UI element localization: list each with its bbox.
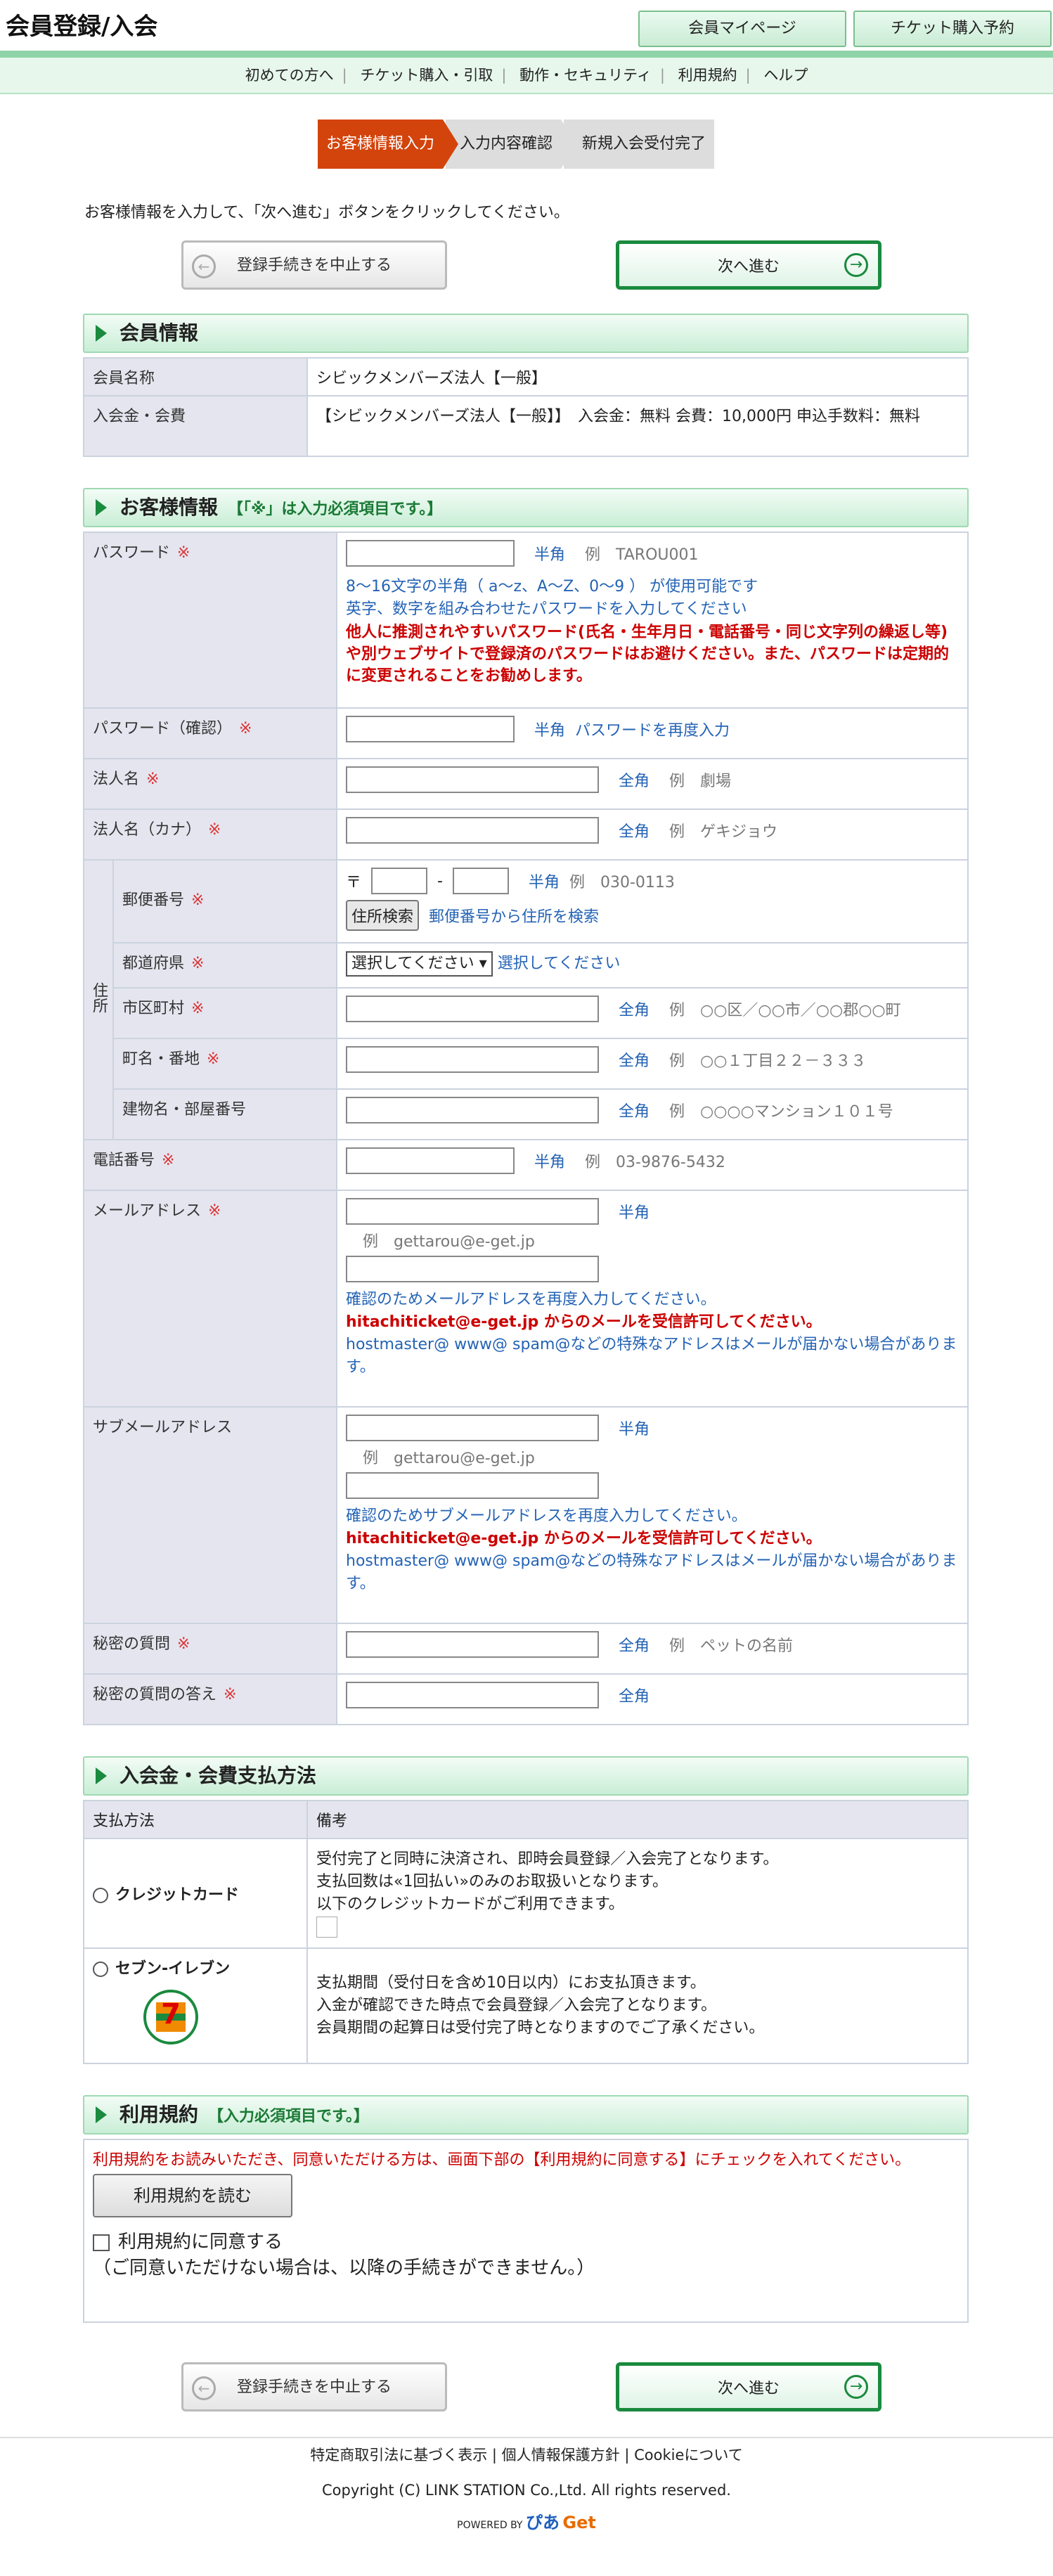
footer: 特定商取引法に基づく表示 | 個人情報保護方針 | Cookieについて Cop… (0, 2444, 1053, 2533)
step-complete: 新規入会受付完了 (564, 120, 715, 169)
nav-terms[interactable]: 利用規約 (678, 67, 737, 84)
postal-code-2-input[interactable] (452, 868, 509, 894)
secret-answer-input[interactable] (346, 1682, 599, 1708)
corp-kana-input[interactable] (346, 817, 599, 844)
password-confirm-input[interactable] (346, 716, 515, 742)
customer-info-header: お客様情報 【「※」は入力必須項目です。】 (83, 488, 969, 527)
postal-search-link[interactable]: 郵便番号から住所を検索 (429, 908, 599, 926)
email-input[interactable] (346, 1198, 599, 1225)
nav-first-time[interactable]: 初めての方へ (245, 67, 334, 84)
member-info-section: 会員情報 会員名称 シビックメンバーズ法人【一般】 入会金・会費 【シビックメンバー… (83, 314, 969, 457)
corp-name-input[interactable] (346, 766, 599, 793)
step-indicator: お客様情報入力 入力内容確認 新規入会受付完了 (318, 120, 717, 169)
nav-ticket[interactable]: チケット購入・引取 (360, 67, 493, 84)
prefecture-select[interactable]: 選択してください ▾ (346, 951, 493, 977)
nav-security[interactable]: 動作・セキュリティ (519, 67, 652, 84)
copyright: Copyright (C) LINK STATION Co.,Ltd. All … (322, 2482, 731, 2499)
triangle-icon (96, 325, 107, 342)
terms-section: 利用規約 【入力必須項目です。】 利用規約をお読みいただき、同意いただける方は、画… (83, 2095, 969, 2323)
terms-description: 利用規約をお読みいただき、同意いただける方は、画面下部の【利用規約に同意する】に… (93, 2151, 911, 2169)
triangle-icon (96, 499, 107, 516)
terms-header: 利用規約 【入力必須項目です。】 (83, 2095, 969, 2134)
header: 会員登録/入会 会員マイページ チケット購入予約 (0, 0, 1053, 58)
cancel-button[interactable]: ← 登録手続きを中止する (181, 240, 447, 290)
member-info-header: 会員情報 (83, 314, 969, 353)
mypage-button[interactable]: 会員マイページ (638, 11, 846, 47)
seven-eleven-logo: 7 (143, 1990, 198, 2044)
nav-help[interactable]: ヘルプ (763, 67, 808, 84)
nav-bar: 初めての方へ | チケット購入・引取 | 動作・セキュリティ | 利用規約 | ヘルプ (0, 58, 1053, 94)
seven-eleven-radio[interactable] (93, 1962, 108, 1977)
agree-checkbox[interactable] (93, 2234, 110, 2251)
back-arrow-icon: ← (192, 255, 216, 278)
credit-card-radio[interactable] (93, 1888, 108, 1903)
next-button-bottom[interactable]: 次へ進む → (616, 2362, 881, 2411)
address-label: 住所 (83, 859, 114, 1140)
triangle-icon (96, 2106, 107, 2123)
payment-header: 入会金・会費支払方法 (83, 1756, 969, 1796)
address-search-button[interactable]: 住所検索 (346, 900, 420, 931)
footer-link-tokushoho[interactable]: 特定商取引法に基づく表示 (310, 2447, 487, 2464)
member-name-label: 会員名称 (83, 357, 308, 397)
street-input[interactable] (346, 1046, 599, 1073)
fee-label: 入会金・会費 (83, 395, 308, 457)
fee-value: 【シビックメンバーズ法人【一般】】 入会金：無料 会費：10,000円 申込手数… (306, 395, 969, 457)
postal-code-1-input[interactable] (371, 868, 428, 894)
member-name-value: シビックメンバーズ法人【一般】 (306, 357, 969, 397)
footer-link-cookie[interactable]: Cookieについて (634, 2447, 743, 2464)
arrow-right-icon: → (844, 2375, 868, 2399)
next-button[interactable]: 次へ進む → (616, 240, 881, 290)
city-input[interactable] (346, 996, 599, 1022)
email-confirm-input[interactable] (346, 1256, 599, 1282)
customer-info-section: お客様情報 【「※」は入力必須項目です。】 パスワード ※ 半角例 TAROU001… (83, 488, 969, 1725)
read-terms-button[interactable]: 利用規約を読む (93, 2174, 292, 2217)
phone-input[interactable] (346, 1147, 515, 1174)
sub-email-input[interactable] (346, 1415, 599, 1441)
arrow-right-icon: → (844, 253, 868, 277)
cancel-button-bottom[interactable]: ← 登録手続きを中止する (181, 2362, 447, 2411)
card-brands-image (316, 1917, 337, 1938)
page-title: 会員登録/入会 (6, 13, 158, 41)
step-confirm: 入力内容確認 (446, 120, 577, 169)
intro-text: お客様情報を入力して、「次へ進む」ボタンをクリックしてください。 (84, 204, 569, 221)
triangle-icon (96, 1767, 107, 1784)
building-input[interactable] (346, 1097, 599, 1123)
secret-question-input[interactable] (346, 1631, 599, 1658)
payment-section: 入会金・会費支払方法 支払方法 備考 クレジットカード 受付完了と同時に決済され、… (83, 1756, 969, 2064)
password-input[interactable] (346, 540, 515, 567)
back-arrow-icon: ← (192, 2376, 216, 2400)
powered-by-logo: POWERED BY ぴあ Get (457, 2513, 596, 2532)
sub-email-confirm-input[interactable] (346, 1472, 599, 1499)
footer-link-privacy[interactable]: 個人情報保護方針 (502, 2447, 620, 2464)
ticket-purchase-button[interactable]: チケット購入予約 (853, 11, 1052, 47)
step-input: お客様情報入力 (318, 120, 459, 169)
